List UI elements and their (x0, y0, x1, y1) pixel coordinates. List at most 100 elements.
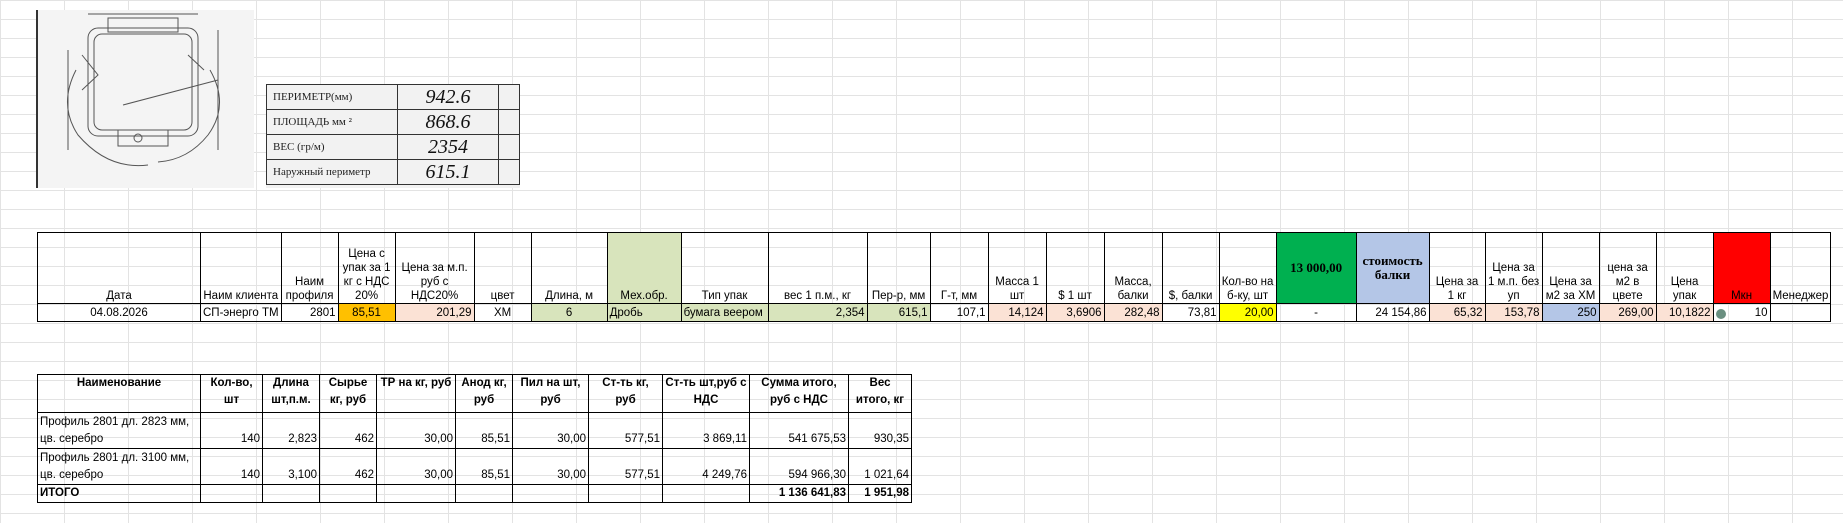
total-cell-empty[interactable] (512, 484, 589, 503)
cell-mass-piece[interactable]: 14,124 (987, 303, 1047, 322)
header-manager[interactable]: Менеджер (1769, 232, 1832, 304)
cell-manager[interactable] (1769, 303, 1832, 322)
header-price-m2-color[interactable]: цена за м2 в цвете (1598, 232, 1657, 304)
sum-cell-name[interactable]: Профиль 2801 дл. 3100 мм, цв. серебро (37, 448, 201, 485)
cell-price-m2-color[interactable]: 269,00 (1598, 303, 1657, 322)
sum-header-anode[interactable]: Анод кг, руб (455, 374, 513, 413)
sum-cell-tr[interactable]: 30,00 (376, 412, 456, 449)
sum-cell-anode[interactable]: 85,51 (455, 448, 513, 485)
total-cell-empty[interactable] (455, 484, 513, 503)
sum-header-qty[interactable]: Кол-во, шт (200, 374, 263, 413)
sum-header-saw[interactable]: Пил на шт, руб (512, 374, 589, 413)
header-client[interactable]: Наим клиента (200, 232, 282, 304)
sum-cell-length[interactable]: 2,823 (262, 412, 320, 449)
sum-cell-cost-kg[interactable]: 577,51 (588, 448, 663, 485)
cell-usd-piece[interactable]: 3,6906 (1045, 303, 1105, 322)
cell-profile[interactable]: 2801 (280, 303, 339, 322)
perimeter-value: 942.6 (397, 84, 499, 110)
outer-perimeter-label: Наружный периметр (266, 159, 398, 185)
header-price-m2-hm[interactable]: Цена за м2 за ХМ (1541, 232, 1600, 304)
total-cell-empty[interactable] (588, 484, 663, 503)
cell-price-m2-hm[interactable]: 250 (1541, 303, 1600, 322)
header-price-per-kg[interactable]: Цена за 1 кг (1428, 232, 1486, 304)
header-pack-price[interactable]: Цена упак (1655, 232, 1714, 304)
sum-cell-name[interactable]: Профиль 2801 дл. 2823 мм, цв. серебро (37, 412, 201, 449)
sum-cell-qty[interactable]: 140 (200, 412, 263, 449)
header-mass-beam[interactable]: Масса, балки (1103, 232, 1163, 304)
header-date[interactable]: Дата (37, 232, 201, 304)
sum-cell-raw[interactable]: 462 (319, 448, 377, 485)
cell-mass-beam[interactable]: 282,48 (1103, 303, 1163, 322)
header-price-kg[interactable]: Цена с упак за 1 кг с НДС 20% (337, 232, 396, 304)
header-profile[interactable]: Наим профиля (280, 232, 339, 304)
cell-dimension[interactable]: 107,1 (929, 303, 989, 322)
cell-price-kg[interactable]: 85,51 (337, 303, 396, 322)
cell-rate[interactable]: - (1275, 303, 1357, 322)
sum-cell-cost-piece[interactable]: 3 869,11 (662, 412, 750, 449)
total-cell-empty[interactable] (376, 484, 456, 503)
total-cell-empty[interactable] (262, 484, 320, 503)
sum-cell-cost-piece[interactable]: 4 249,76 (662, 448, 750, 485)
header-rate[interactable]: 13 000,00 (1275, 232, 1357, 304)
header-price-mp-no-pack[interactable]: Цена за 1 м.п. без уп (1484, 232, 1543, 304)
cell-mkn[interactable]: 10 (1712, 303, 1771, 322)
header-machining[interactable]: Мех.обр. (606, 232, 682, 304)
cell-price-mp-no-pack[interactable]: 153,78 (1484, 303, 1543, 322)
header-qty-beam[interactable]: Кол-во на б-ку, шт (1218, 232, 1277, 304)
header-mass-piece[interactable]: Масса 1 шт (987, 232, 1047, 304)
cell-date[interactable]: 04.08.2026 (37, 303, 201, 322)
sum-cell-total-sum[interactable]: 594 966,30 (749, 448, 849, 485)
total-cell-empty[interactable] (662, 484, 750, 503)
cell-perimeter[interactable]: 615,1 (866, 303, 931, 322)
sum-cell-tr[interactable]: 30,00 (376, 448, 456, 485)
cell-client[interactable]: СП-энерго ТМ (200, 303, 282, 322)
total-label[interactable]: ИТОГО (37, 484, 201, 503)
cell-pack-price[interactable]: 10,1822 (1655, 303, 1714, 322)
header-package-type[interactable]: Тип упак (680, 232, 769, 304)
sum-header-length[interactable]: Длина шт,п.м. (262, 374, 320, 413)
sum-header-name[interactable]: Наименование (37, 374, 201, 413)
header-usd-beam[interactable]: $, балки (1161, 232, 1220, 304)
header-usd-piece[interactable]: $ 1 шт (1045, 232, 1105, 304)
sum-cell-cost-kg[interactable]: 577,51 (588, 412, 663, 449)
header-dimension[interactable]: Г-т, мм (929, 232, 989, 304)
sum-cell-length[interactable]: 3,100 (262, 448, 320, 485)
header-price-mp[interactable]: Цена за м.п. руб с НДС20% (394, 232, 475, 304)
total-weight[interactable]: 1 951,98 (848, 484, 912, 503)
profile-drawing-image (36, 10, 254, 188)
sum-cell-saw[interactable]: 30,00 (512, 448, 589, 485)
sum-cell-total-weight[interactable]: 1 021,64 (848, 448, 912, 485)
sum-cell-total-sum[interactable]: 541 675,53 (749, 412, 849, 449)
cell-package-type[interactable]: бумага веером (680, 303, 769, 322)
cell-weight-mp[interactable]: 2,354 (767, 303, 868, 322)
sum-header-cost-piece[interactable]: Ст-ть шт,руб с НДС (662, 374, 750, 413)
sum-header-total-weight[interactable]: Вес итого, кг (848, 374, 912, 413)
header-mkn[interactable]: Мкн (1712, 232, 1771, 304)
sum-cell-total-weight[interactable]: 930,35 (848, 412, 912, 449)
cell-price-per-kg[interactable]: 65,32 (1428, 303, 1486, 322)
cell-price-mp[interactable]: 201,29 (394, 303, 475, 322)
sum-cell-saw[interactable]: 30,00 (512, 412, 589, 449)
sum-header-tr[interactable]: ТР на кг, руб (376, 374, 456, 413)
cell-usd-beam[interactable]: 73,81 (1161, 303, 1220, 322)
total-sum[interactable]: 1 136 641,83 (749, 484, 849, 503)
sum-cell-anode[interactable]: 85,51 (455, 412, 513, 449)
sum-cell-qty[interactable]: 140 (200, 448, 263, 485)
header-length[interactable]: Длина, м (530, 232, 608, 304)
total-cell-empty[interactable] (200, 484, 263, 503)
header-beam-cost[interactable]: стоимость балки (1355, 232, 1430, 304)
table-row: Профиль 2801 дл. 3100 мм, цв. серебро 14… (37, 448, 912, 485)
cell-color[interactable]: ХМ (473, 303, 532, 322)
cell-machining[interactable]: Дробь (606, 303, 682, 322)
header-weight-mp[interactable]: вес 1 п.м., кг (767, 232, 868, 304)
sum-header-cost-kg[interactable]: Ст-ть кг, руб (588, 374, 663, 413)
header-perimeter[interactable]: Пер-р, мм (866, 232, 931, 304)
cell-qty-beam[interactable]: 20,00 (1218, 303, 1277, 322)
sum-header-total-sum[interactable]: Сумма итого, руб с НДС (749, 374, 849, 413)
sum-cell-raw[interactable]: 462 (319, 412, 377, 449)
header-color[interactable]: цвет (473, 232, 532, 304)
cell-length[interactable]: 6 (530, 303, 608, 322)
sum-header-raw[interactable]: Сырье кг, руб (319, 374, 377, 413)
cell-beam-cost[interactable]: 24 154,86 (1355, 303, 1430, 322)
total-cell-empty[interactable] (319, 484, 377, 503)
